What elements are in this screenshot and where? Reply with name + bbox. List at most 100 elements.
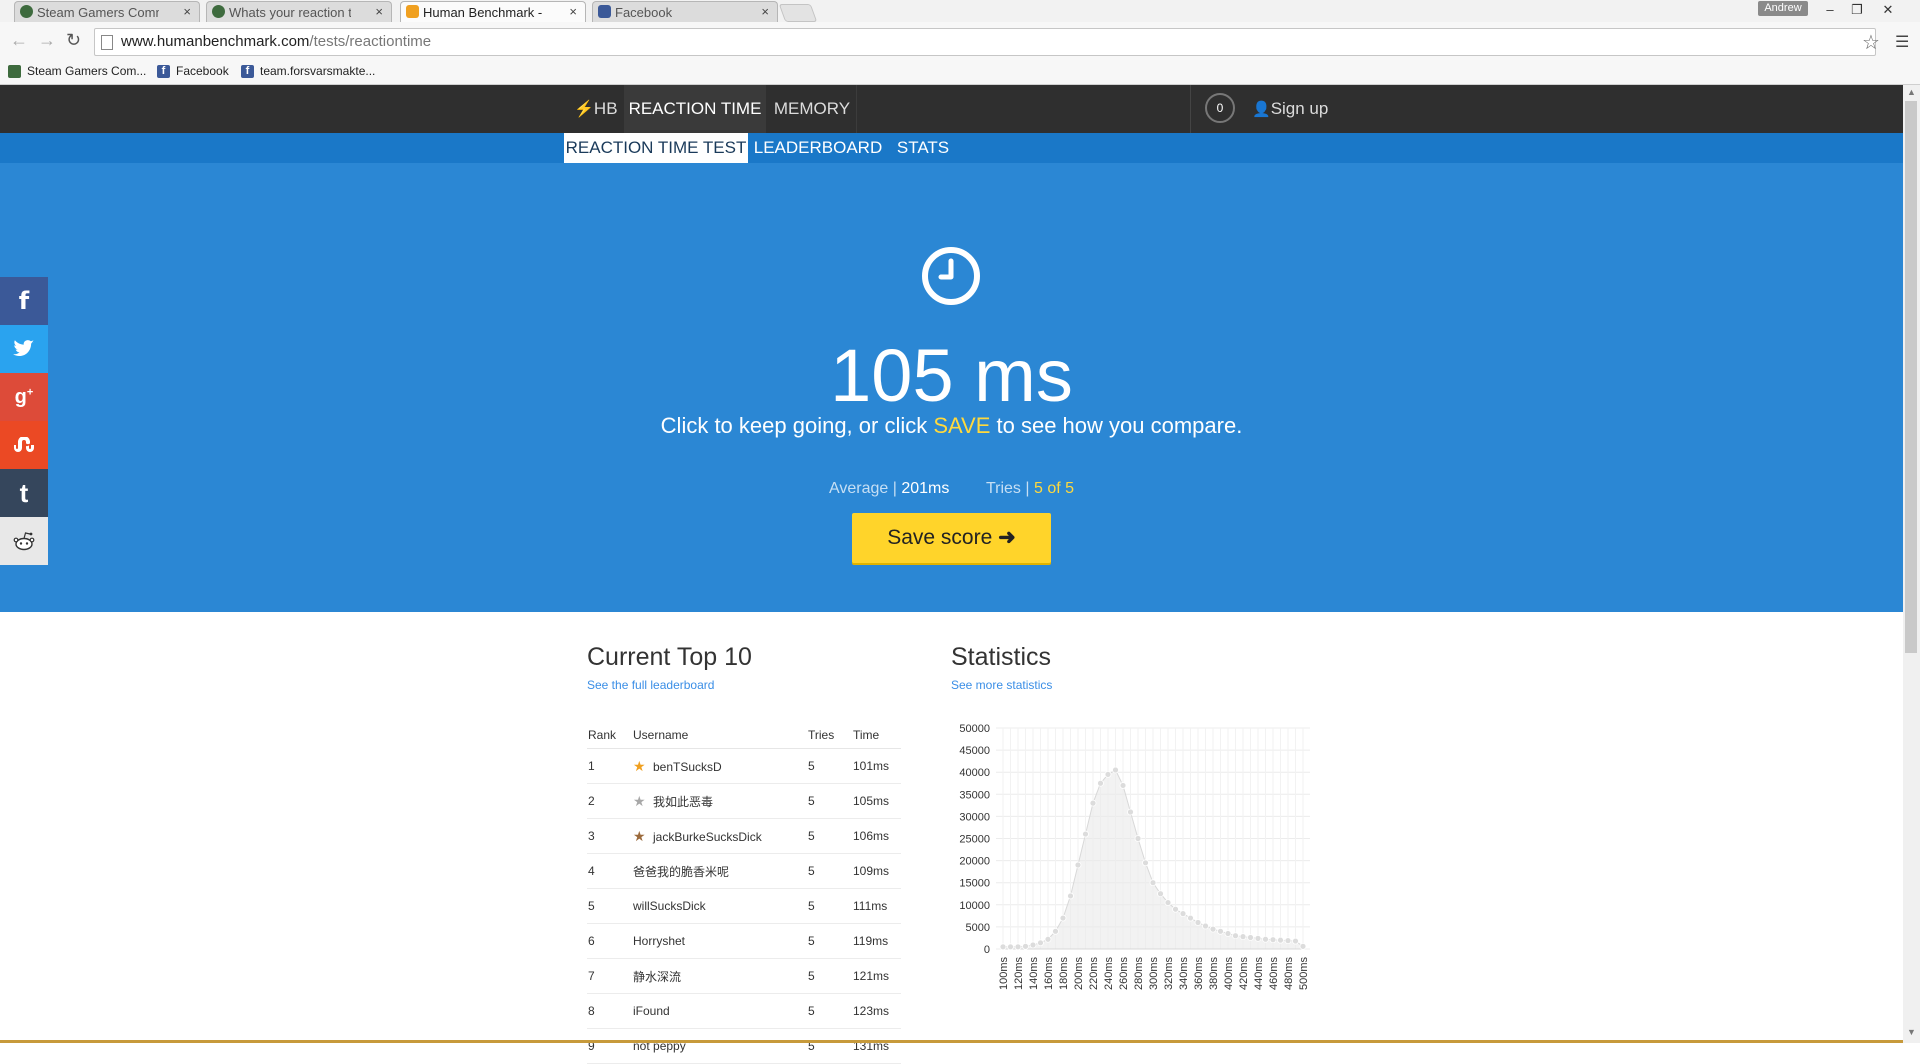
data-point [1097,779,1104,787]
time-cell: 121ms [852,958,901,994]
bookmark-star-icon[interactable]: ☆ [1862,30,1880,55]
minimize-icon[interactable]: – [1818,0,1842,20]
username-cell[interactable]: iFound [632,993,807,1029]
nav-divider [1190,85,1191,133]
bookmark-facebook[interactable]: f Facebook [157,64,229,78]
close-icon[interactable]: × [375,4,383,19]
browser-tab-human-benchmark[interactable]: Human Benchmark - Reac × [400,1,586,22]
bookmark-team[interactable]: f team.forsvarsmakte... [241,64,375,78]
tries-value: 5 of 5 [1033,480,1075,497]
data-point [1179,910,1187,918]
browser-tab-reaction-thread[interactable]: Whats your reaction time × [206,1,392,22]
new-tab-button[interactable] [778,4,818,22]
top10-title: Current Top 10 [587,643,752,671]
profile-button[interactable]: Andrew [1758,1,1808,16]
save-score-button[interactable]: Save score ➜ [852,513,1051,563]
restore-icon[interactable]: ❐ [1845,0,1869,20]
site-top-nav: ⚡HB REACTION TIME MEMORY 0 👤Sign up [0,85,1903,133]
username-cell[interactable]: willSucksDick [632,888,807,924]
username-cell[interactable]: 静水深流 [632,958,807,994]
twitter-share-button[interactable] [0,325,48,373]
table-row: 4 爸爸我的脆香米呢 5 109ms [587,853,901,889]
close-icon[interactable]: × [569,4,577,19]
data-point [1022,942,1029,950]
close-icon[interactable]: × [183,4,191,19]
reaction-test-area[interactable]: 105 ms Click to keep going, or click SAV… [0,163,1903,612]
time-cell: 105ms [852,783,901,819]
data-point [1067,892,1074,900]
data-point [1104,771,1112,778]
scrollbar-thumb[interactable] [1905,101,1917,653]
close-icon[interactable]: × [761,4,769,19]
browser-tab-facebook[interactable]: Facebook × [592,1,778,22]
notification-badge[interactable]: 0 [1205,93,1235,123]
tab-stats[interactable]: STATS [886,133,960,163]
sub-nav: REACTION TIME TEST LEADERBOARD STATS [0,133,1903,163]
bronze-star-icon: ★ [633,827,646,844]
window-close-icon[interactable]: ✕ [1876,0,1900,20]
y-tick-label: 35000 [959,789,990,801]
time-cell: 131ms [852,1028,901,1064]
time-cell: 106ms [852,818,901,854]
nav-memory[interactable]: MEMORY [768,85,857,133]
data-point [1149,879,1157,887]
data-point [1224,930,1232,937]
data-point [1059,914,1067,922]
y-tick-label: 50000 [959,723,990,735]
bookmark-steam[interactable]: Steam Gamers Com... [8,64,146,78]
rank-cell: 2 [587,783,632,819]
reload-icon[interactable]: ↻ [66,30,81,51]
lightning-icon: ⚡ [574,101,594,118]
reddit-share-button[interactable] [0,517,48,565]
browser-menu-icon[interactable]: ☰ [1895,32,1909,52]
browser-tab-steam-community[interactable]: Steam Gamers Communit × [14,1,200,22]
y-tick-label: 0 [984,944,990,956]
forward-arrow-icon[interactable]: → [38,30,56,51]
username: iFound [633,1004,670,1018]
nav-home[interactable]: ⚡HB [564,85,620,133]
more-statistics-link[interactable]: See more statistics [951,678,1052,692]
signup-link[interactable]: 👤Sign up [1252,85,1340,133]
username-cell[interactable]: 爸爸我的脆香米呢 [632,853,807,889]
nav-reaction-time[interactable]: REACTION TIME [624,85,766,133]
google-plus-share-button[interactable]: g+ [0,373,48,421]
tries-cell: 5 [807,1028,852,1064]
stumbleupon-share-button[interactable] [0,421,48,469]
username-cell[interactable]: Horryshet [632,923,807,959]
username-cell[interactable]: ★ 我如此恶毒 [632,783,807,819]
url-bar[interactable]: www.humanbenchmark.com/tests/reactiontim… [94,28,1876,56]
facebook-share-button[interactable]: f [0,277,48,325]
data-point [1029,941,1037,949]
tab-reaction-time-test[interactable]: REACTION TIME TEST [564,133,748,163]
page-scrollbar[interactable]: ▲ ▼ [1903,85,1920,1043]
leaderboard-table: Rank Username Tries Time 1 ★ benTSucksD 5 10… [587,722,901,1064]
username: jackBurkeSucksDick [653,829,762,844]
browser-tab-bar: Steam Gamers Communit × Whats your react… [0,0,1920,22]
share-sidebar: f g+ t [0,277,48,565]
bookmark-label: Facebook [176,64,229,78]
data-point [1262,935,1269,943]
username-cell[interactable]: not peppy [632,1028,807,1064]
username: Horryshet [633,934,686,948]
back-arrow-icon[interactable]: ← [10,30,28,51]
data-point [1157,890,1164,898]
x-tick-label: 460ms [1268,957,1280,991]
username-cell[interactable]: ★ benTSucksD [632,748,807,784]
column-header: Time [852,722,901,749]
scroll-up-icon[interactable]: ▲ [1907,87,1916,97]
facebook-icon: f [18,287,30,315]
arrow-right-icon: ➜ [998,526,1016,549]
full-leaderboard-link[interactable]: See the full leaderboard [587,678,714,692]
scroll-down-icon[interactable]: ▼ [1907,1027,1916,1037]
tumblr-share-button[interactable]: t [0,469,48,517]
lightning-icon [406,5,419,18]
username-cell[interactable]: ★ jackBurkeSucksDick [632,818,807,854]
y-tick-label: 25000 [959,834,990,846]
time-cell: 101ms [852,748,901,784]
data-point [1082,830,1089,838]
data-point [999,943,1007,951]
data-point [1164,899,1172,906]
tab-leaderboard[interactable]: LEADERBOARD [752,133,884,163]
instruction-text: Click to keep going, or click SAVE to se… [0,413,1903,439]
data-point [1284,937,1292,945]
